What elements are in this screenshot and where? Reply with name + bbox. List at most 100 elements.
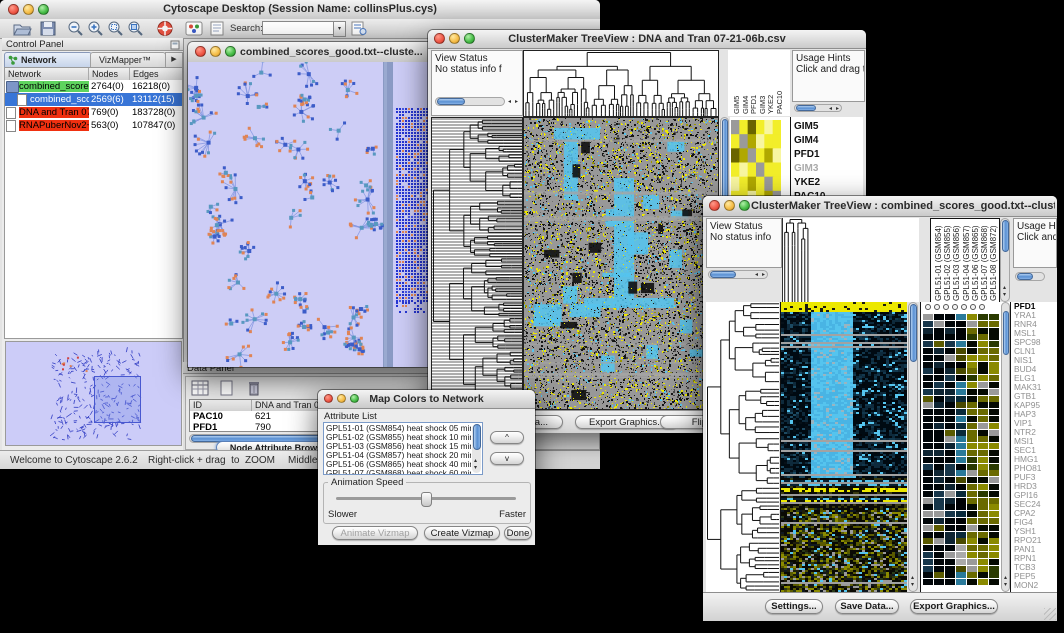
labels-vscrollbar[interactable]: ▴ ▾ [1000,218,1010,302]
vertical-column-label[interactable]: GPL51-08 (GSM872) [989,223,998,301]
close-icon[interactable] [709,200,720,211]
move-up-button[interactable]: ^ [490,431,524,444]
open-file-icon[interactable] [12,20,32,37]
zoom-in-icon[interactable] [86,20,106,37]
gene-label[interactable]: VIP1 [1014,419,1057,428]
column-header-network[interactable]: Network [5,68,89,80]
attribute-list-item[interactable]: GPL51-02 (GSM855) heat shock 10 min [326,433,471,442]
resize-grip[interactable] [1044,608,1056,620]
attribute-list-item[interactable]: GPL51-04 (GSM857) heat shock 20 min [326,451,471,460]
move-down-button[interactable]: v [490,452,524,465]
gene-label[interactable]: MAK31 [1014,383,1057,392]
attribute-list-item[interactable]: GPL51-01 (GSM854) heat shock 05 min [326,424,471,433]
float-panel-icon[interactable] [170,40,180,50]
new-attribute-icon[interactable] [218,380,236,396]
save-data-button[interactable]: Save Data... [835,599,899,614]
gene-label[interactable]: ELG1 [1014,374,1057,383]
tab-network[interactable]: Network [4,52,92,68]
scroll-left-icon[interactable]: ◂ [829,106,832,113]
column-dendrogram[interactable] [782,218,919,302]
settings-button[interactable]: Settings... [765,599,823,614]
attribute-list-item[interactable]: GPL51-06 (GSM865) heat shock 40 min [326,460,471,469]
vertical-column-label[interactable]: GPL51-01 (GSM854) [934,223,943,301]
scroll-right-icon[interactable]: ▸ [515,99,518,106]
minimize-icon[interactable] [210,46,221,57]
network-tree-row[interactable]: combined_sco2569(6)13112(15) [5,93,182,106]
expression-heatmap[interactable] [780,302,907,592]
scroll-up-icon[interactable]: ▴ [474,458,477,465]
gene-label[interactable]: RPN1 [1014,554,1057,563]
done-button[interactable]: Done [504,526,532,540]
cluster-gene-label[interactable]: GIM3 [794,163,818,174]
network-tree-row[interactable]: RNAPuberNov2+563(0)107847(0) [5,119,182,132]
expression-heatmap[interactable] [523,117,719,410]
zoom-window-icon[interactable] [739,200,750,211]
attribute-listbox[interactable]: GPL51-01 (GSM854) heat shock 05 minGPL51… [323,422,483,475]
vertical-column-label[interactable]: PAC10 [775,70,784,114]
help-lifering-icon[interactable] [155,20,175,37]
gene-label[interactable]: RNR4 [1014,320,1057,329]
gene-dendrogram[interactable] [706,302,779,592]
gene-label[interactable]: HRD3 [1014,482,1057,491]
gene-label[interactable]: YRA1 [1014,311,1057,320]
tab-vizmapper[interactable]: VizMapper™ [90,52,166,68]
gene-label[interactable]: PAN1 [1014,545,1057,554]
usage-hints-hscrollbar[interactable]: ◂ ▸ [794,104,842,112]
vertical-column-label[interactable]: GPL51-02 (GSM855) [943,223,952,301]
zoom-window-icon[interactable] [225,46,236,57]
cluster-gene-label[interactable]: GIM4 [794,135,818,146]
scroll-down-icon[interactable]: ▾ [1003,292,1006,299]
vertical-column-label[interactable]: GPL51-04 (GSM857) [962,223,971,301]
gene-label[interactable]: YSH1 [1014,527,1057,536]
scroll-down-icon[interactable]: ▾ [1004,582,1007,589]
gene-label[interactable]: GPI16 [1014,491,1057,500]
column-header-edges[interactable]: Edges [130,68,182,80]
scroll-right-icon[interactable]: ▸ [836,106,839,113]
cluster-gene-label[interactable]: YKE2 [794,177,820,188]
vizmapper-icon[interactable] [184,20,204,37]
cluster-matrix-heatmap[interactable] [731,120,781,205]
vertical-column-label[interactable]: GPL51-07 (GSM868) [980,223,989,301]
gene-label[interactable]: GTB1 [1014,392,1057,401]
search-input[interactable] [262,21,336,35]
network-view-titlebar[interactable]: combined_scores_good.txt--cluste... [188,42,432,63]
attribute-list-item[interactable]: GPL51-03 (GSM856) heat shock 15 min [326,442,471,451]
gene-label[interactable]: CLN1 [1014,347,1057,356]
scroll-up-icon[interactable]: ▴ [1004,575,1007,582]
network-tree-row[interactable]: combined_scores2764(0)16218(0) [5,80,182,93]
tab-overflow-button[interactable]: ▶ [165,52,183,68]
main-titlebar[interactable]: Cytoscape Desktop (Session Name: collins… [0,0,600,20]
treeview1-titlebar[interactable]: ClusterMaker TreeView : DNA and Tran 07-… [428,30,866,49]
gene-label[interactable]: PEP5 [1014,572,1057,581]
network-navigator[interactable] [5,341,182,446]
view-status-hscrollbar[interactable]: ◂ ▸ [708,270,768,279]
scroll-down-icon[interactable]: ▾ [911,582,914,589]
gene-label[interactable]: MON2 [1014,581,1057,590]
vertical-column-label[interactable]: GPL51-03 (GSM856) [952,223,961,301]
gene-label[interactable]: FIG4 [1014,518,1057,527]
zoom-selected-icon[interactable] [106,20,126,37]
view-status-hscrollbar[interactable] [435,97,505,106]
close-icon[interactable] [195,46,206,57]
gene-label[interactable]: SEC24 [1014,500,1057,509]
gene-label[interactable]: NTR2 [1014,428,1057,437]
network-canvas[interactable] [188,62,432,367]
column-dendrogram[interactable] [523,50,719,117]
network-tree-row[interactable]: DNA and Tran 07769(0)183728(0) [5,106,182,119]
cluster-gene-label[interactable]: PFD1 [794,149,820,160]
scroll-left-icon[interactable]: ◂ [755,272,758,279]
gene-label[interactable]: PHO81 [1014,464,1057,473]
heatmap-vscrollbar[interactable]: ▴ ▾ [908,302,918,592]
usage-hints-hscrollbar[interactable] [1015,272,1045,281]
zoom-fit-icon[interactable] [126,20,146,37]
gene-label[interactable]: NIS1 [1014,356,1057,365]
export-graphics-button[interactable]: Export Graphics... [910,599,998,614]
zoom-out-icon[interactable] [66,20,86,37]
id-column-header[interactable]: ID [190,400,252,411]
vertical-column-label[interactable]: GIM5 [732,70,741,114]
attribute-table-icon[interactable] [191,380,209,396]
gene-label[interactable]: TCB3 [1014,563,1057,572]
animation-speed-slider-thumb[interactable] [421,492,432,507]
attribute-list-vscrollbar[interactable]: ▴ ▾ [472,424,481,473]
gene-label[interactable]: BUD4 [1014,365,1057,374]
